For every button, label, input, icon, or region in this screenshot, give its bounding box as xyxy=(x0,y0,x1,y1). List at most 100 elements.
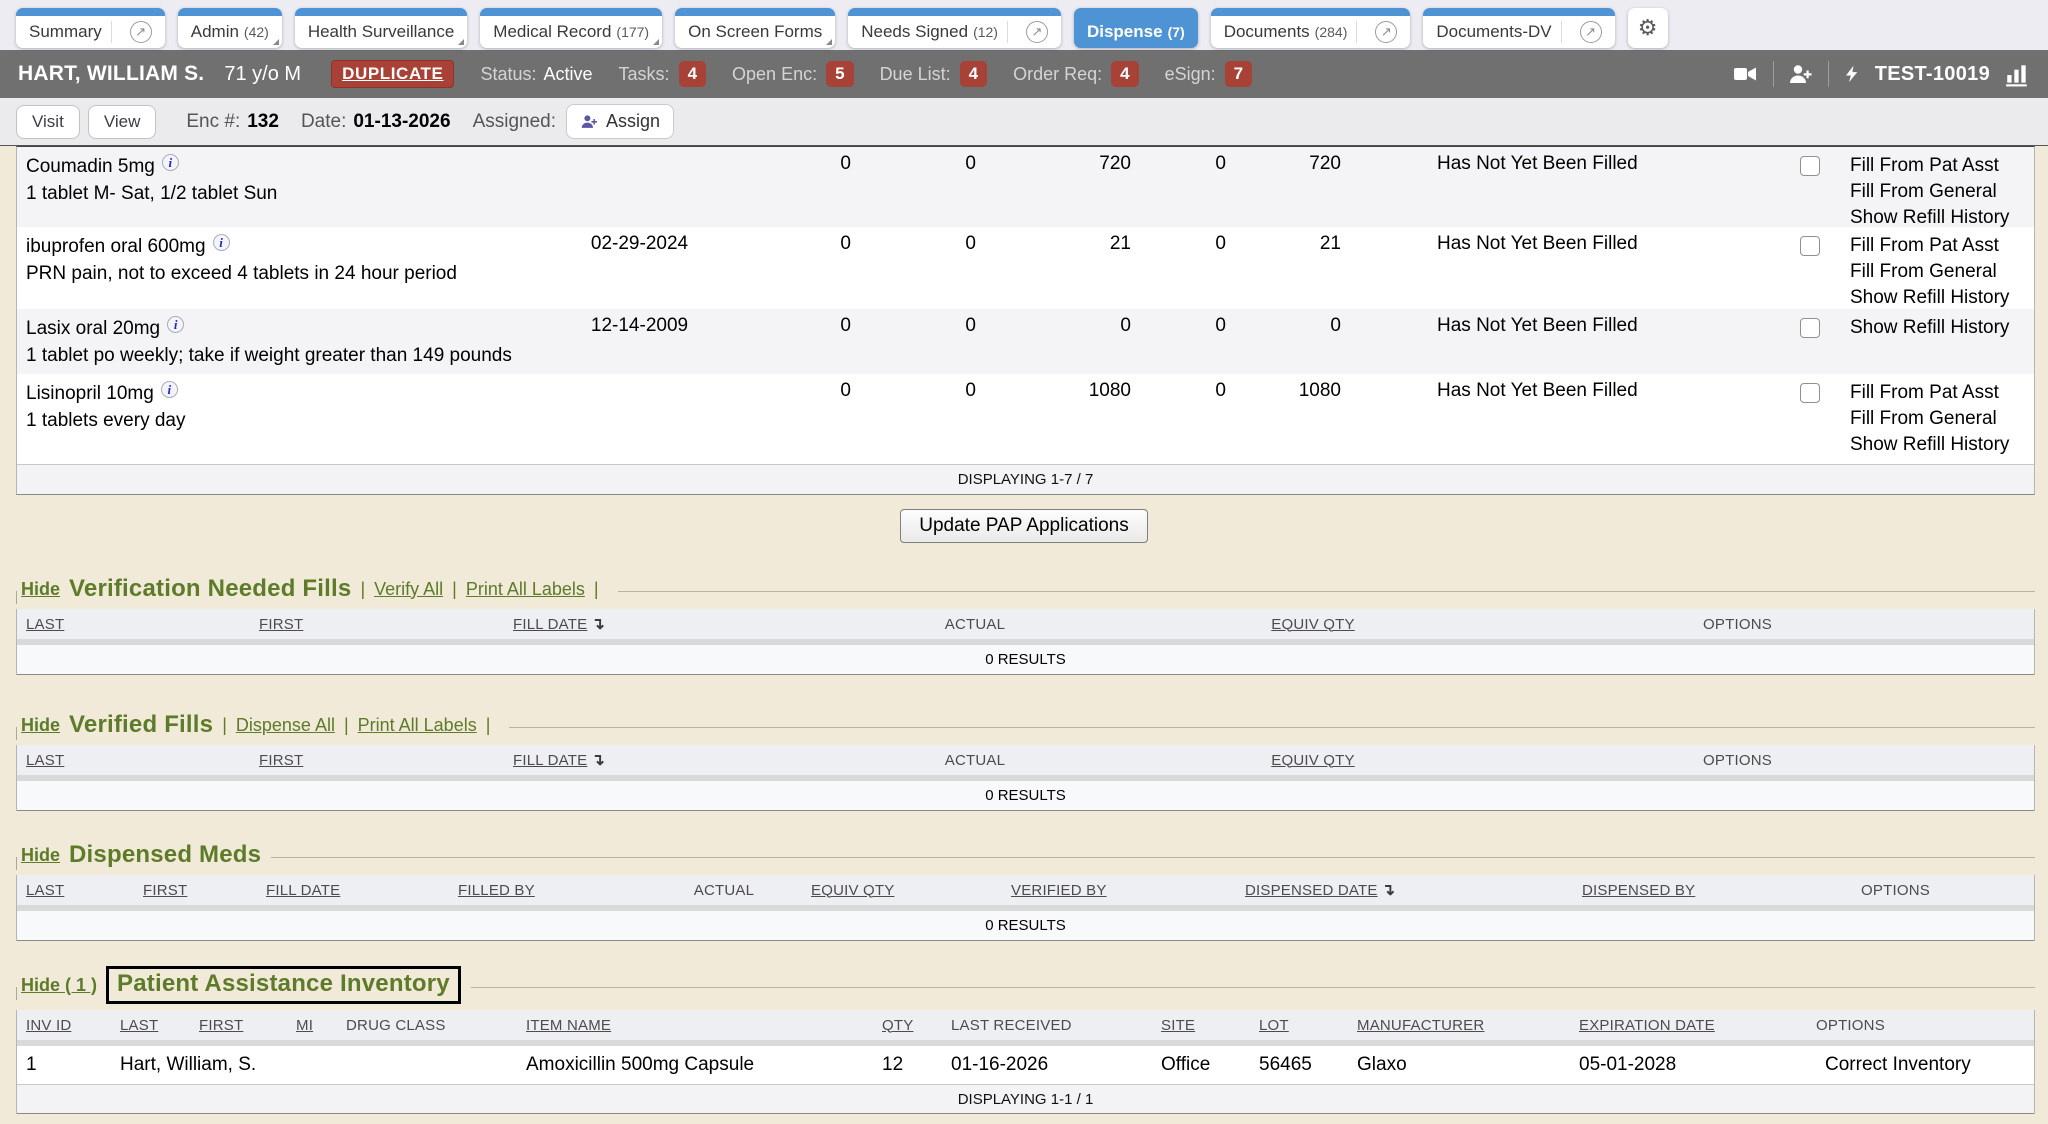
correct-inventory-link[interactable]: Correct Inventory xyxy=(1807,1054,2034,1076)
open-enc-count-badge[interactable]: 5 xyxy=(826,61,853,87)
tab-label: Documents-DV xyxy=(1436,22,1551,42)
assign-button[interactable]: Assign xyxy=(566,104,674,139)
hide-verified-fills-link[interactable]: Hide xyxy=(21,715,60,736)
esign-count-badge[interactable]: 7 xyxy=(1225,61,1252,87)
column-header-fill-date[interactable]: FILL DATE↴ xyxy=(504,614,765,634)
popout-icon[interactable]: ↗ xyxy=(130,21,152,43)
print-all-labels-link[interactable]: Print All Labels xyxy=(466,579,585,600)
column-header-last[interactable]: LAST xyxy=(17,752,250,769)
popout-icon[interactable]: ↗ xyxy=(1026,21,1048,43)
column-header-equiv-qty[interactable]: EQUIV QTY xyxy=(1185,616,1441,633)
fill-checkbox[interactable] xyxy=(1800,383,1820,403)
tab-on-screen-forms[interactable]: On Screen Forms xyxy=(675,8,835,48)
show-refill-history-link[interactable]: Show Refill History xyxy=(1850,205,2034,231)
column-header-mi[interactable]: MI xyxy=(287,1017,337,1034)
hide-verification-needed-fills-link[interactable]: Hide xyxy=(21,579,60,600)
popout-icon[interactable]: ↗ xyxy=(1375,21,1397,43)
column-header-last[interactable]: LAST xyxy=(111,1017,190,1034)
column-header-last[interactable]: LAST xyxy=(17,616,250,633)
tab-dispense[interactable]: Dispense (7) xyxy=(1074,8,1198,48)
section-title: Dispensed Meds xyxy=(69,841,261,869)
tab-needs-signed[interactable]: Needs Signed (12) ↗ xyxy=(848,8,1061,48)
med-name: Coumadin 5mg xyxy=(26,153,155,180)
column-header-fill-date[interactable]: FILL DATE xyxy=(257,882,449,899)
lightning-icon[interactable] xyxy=(1843,61,1861,87)
tab-count: (12) xyxy=(973,24,998,40)
bar-chart-icon[interactable] xyxy=(2004,61,2030,87)
column-header-expiration-date[interactable]: EXPIRATION DATE xyxy=(1570,1017,1807,1034)
table-header-row: LAST FIRST FILL DATE↴ ACTUAL EQUIV QTY O… xyxy=(17,745,2034,775)
duplicate-badge[interactable]: DUPLICATE xyxy=(331,60,454,88)
column-header-qty[interactable]: QTY xyxy=(873,1017,942,1034)
tasks-count-badge[interactable]: 4 xyxy=(679,61,706,87)
info-icon[interactable]: i xyxy=(162,154,179,171)
column-header-item-name[interactable]: ITEM NAME xyxy=(517,1017,873,1034)
fill-checkbox[interactable] xyxy=(1800,156,1820,176)
show-refill-history-link[interactable]: Show Refill History xyxy=(1850,285,2034,311)
tab-health-surveillance[interactable]: Health Surveillance xyxy=(295,8,467,48)
sort-descending-icon: ↴ xyxy=(591,750,605,770)
patient-id: TEST-10019 xyxy=(1875,63,1990,86)
column-header-manufacturer[interactable]: MANUFACTURER xyxy=(1348,1017,1570,1034)
add-person-icon[interactable] xyxy=(1788,62,1814,86)
order-req-count-badge[interactable]: 4 xyxy=(1111,61,1138,87)
fill-from-pat-asst-link[interactable]: Fill From Pat Asst xyxy=(1850,153,2034,179)
fill-checkbox[interactable] xyxy=(1800,318,1820,338)
due-list-count-badge[interactable]: 4 xyxy=(960,61,987,87)
table-header-row: LAST FIRST FILL DATE↴ ACTUAL EQUIV QTY O… xyxy=(17,609,2034,639)
tab-documents-dv[interactable]: Documents-DV ↗ xyxy=(1423,8,1614,48)
info-icon[interactable]: i xyxy=(167,316,184,333)
video-camera-icon[interactable] xyxy=(1731,62,1759,86)
tab-documents[interactable]: Documents (284) ↗ xyxy=(1211,8,1411,48)
med-qty: 21 xyxy=(1232,233,1347,311)
column-header-options: OPTIONS xyxy=(1441,616,2034,633)
update-pap-applications-button[interactable]: Update PAP Applications xyxy=(900,509,1148,543)
column-header-dispensed-date[interactable]: DISPENSED DATE↴ xyxy=(1236,880,1573,900)
hide-patient-assistance-inventory-link[interactable]: Hide ( 1 ) xyxy=(21,975,97,996)
popout-icon[interactable]: ↗ xyxy=(1580,21,1602,43)
show-refill-history-link[interactable]: Show Refill History xyxy=(1850,432,2034,458)
med-qty: 0 xyxy=(857,233,982,311)
dispense-all-link[interactable]: Dispense All xyxy=(236,715,335,736)
tab-settings-gear-icon[interactable]: ⚙ xyxy=(1628,8,1668,48)
patient-name: HART, WILLIAM S. xyxy=(18,62,204,86)
column-header-filled-by[interactable]: FILLED BY xyxy=(449,882,664,899)
fill-from-general-link[interactable]: Fill From General xyxy=(1850,406,2034,432)
column-header-verified-by[interactable]: VERIFIED BY xyxy=(1002,882,1236,899)
fill-checkbox[interactable] xyxy=(1800,236,1820,256)
column-header-fill-date[interactable]: FILL DATE↴ xyxy=(504,750,765,770)
visit-button[interactable]: Visit xyxy=(16,105,80,139)
tab-label: Health Surveillance xyxy=(308,22,454,42)
fill-from-general-link[interactable]: Fill From General xyxy=(1850,179,2034,205)
column-header-first[interactable]: FIRST xyxy=(134,882,257,899)
column-header-equiv-qty[interactable]: EQUIV QTY xyxy=(1185,752,1441,769)
tab-summary[interactable]: Summary ↗ xyxy=(16,8,165,48)
fill-from-pat-asst-link[interactable]: Fill From Pat Asst xyxy=(1850,380,2034,406)
hide-dispensed-meds-link[interactable]: Hide xyxy=(21,845,60,866)
med-name: ibuprofen oral 600mg xyxy=(26,233,206,260)
show-refill-history-link[interactable]: Show Refill History xyxy=(1850,315,2034,341)
column-header-last[interactable]: LAST xyxy=(17,882,134,899)
column-header-site[interactable]: SITE xyxy=(1152,1017,1250,1034)
column-header-first[interactable]: FIRST xyxy=(250,752,504,769)
column-header-first[interactable]: FIRST xyxy=(190,1017,287,1034)
tab-admin[interactable]: Admin (42) xyxy=(178,8,282,48)
info-icon[interactable]: i xyxy=(161,381,178,398)
column-header-lot[interactable]: LOT xyxy=(1250,1017,1348,1034)
fill-from-general-link[interactable]: Fill From General xyxy=(1850,259,2034,285)
med-date xyxy=(562,153,717,231)
assigned-group: Assigned: Assign xyxy=(473,104,674,139)
table-row: 1 Hart, William, S. Amoxicillin 500mg Ca… xyxy=(17,1046,2034,1084)
status-value: Active xyxy=(544,64,593,85)
print-all-labels-link[interactable]: Print All Labels xyxy=(358,715,477,736)
column-header-first[interactable]: FIRST xyxy=(250,616,504,633)
column-header-inv-id[interactable]: INV ID xyxy=(17,1017,111,1034)
view-button[interactable]: View xyxy=(88,105,157,139)
column-header-dispensed-by[interactable]: DISPENSED BY xyxy=(1573,882,1757,899)
column-header-equiv-qty[interactable]: EQUIV QTY xyxy=(784,882,1002,899)
info-icon[interactable]: i xyxy=(213,234,230,251)
med-date: 02-29-2024 xyxy=(562,233,717,311)
fill-from-pat-asst-link[interactable]: Fill From Pat Asst xyxy=(1850,233,2034,259)
tab-medical-record[interactable]: Medical Record (177) xyxy=(480,8,662,48)
verify-all-link[interactable]: Verify All xyxy=(374,579,443,600)
